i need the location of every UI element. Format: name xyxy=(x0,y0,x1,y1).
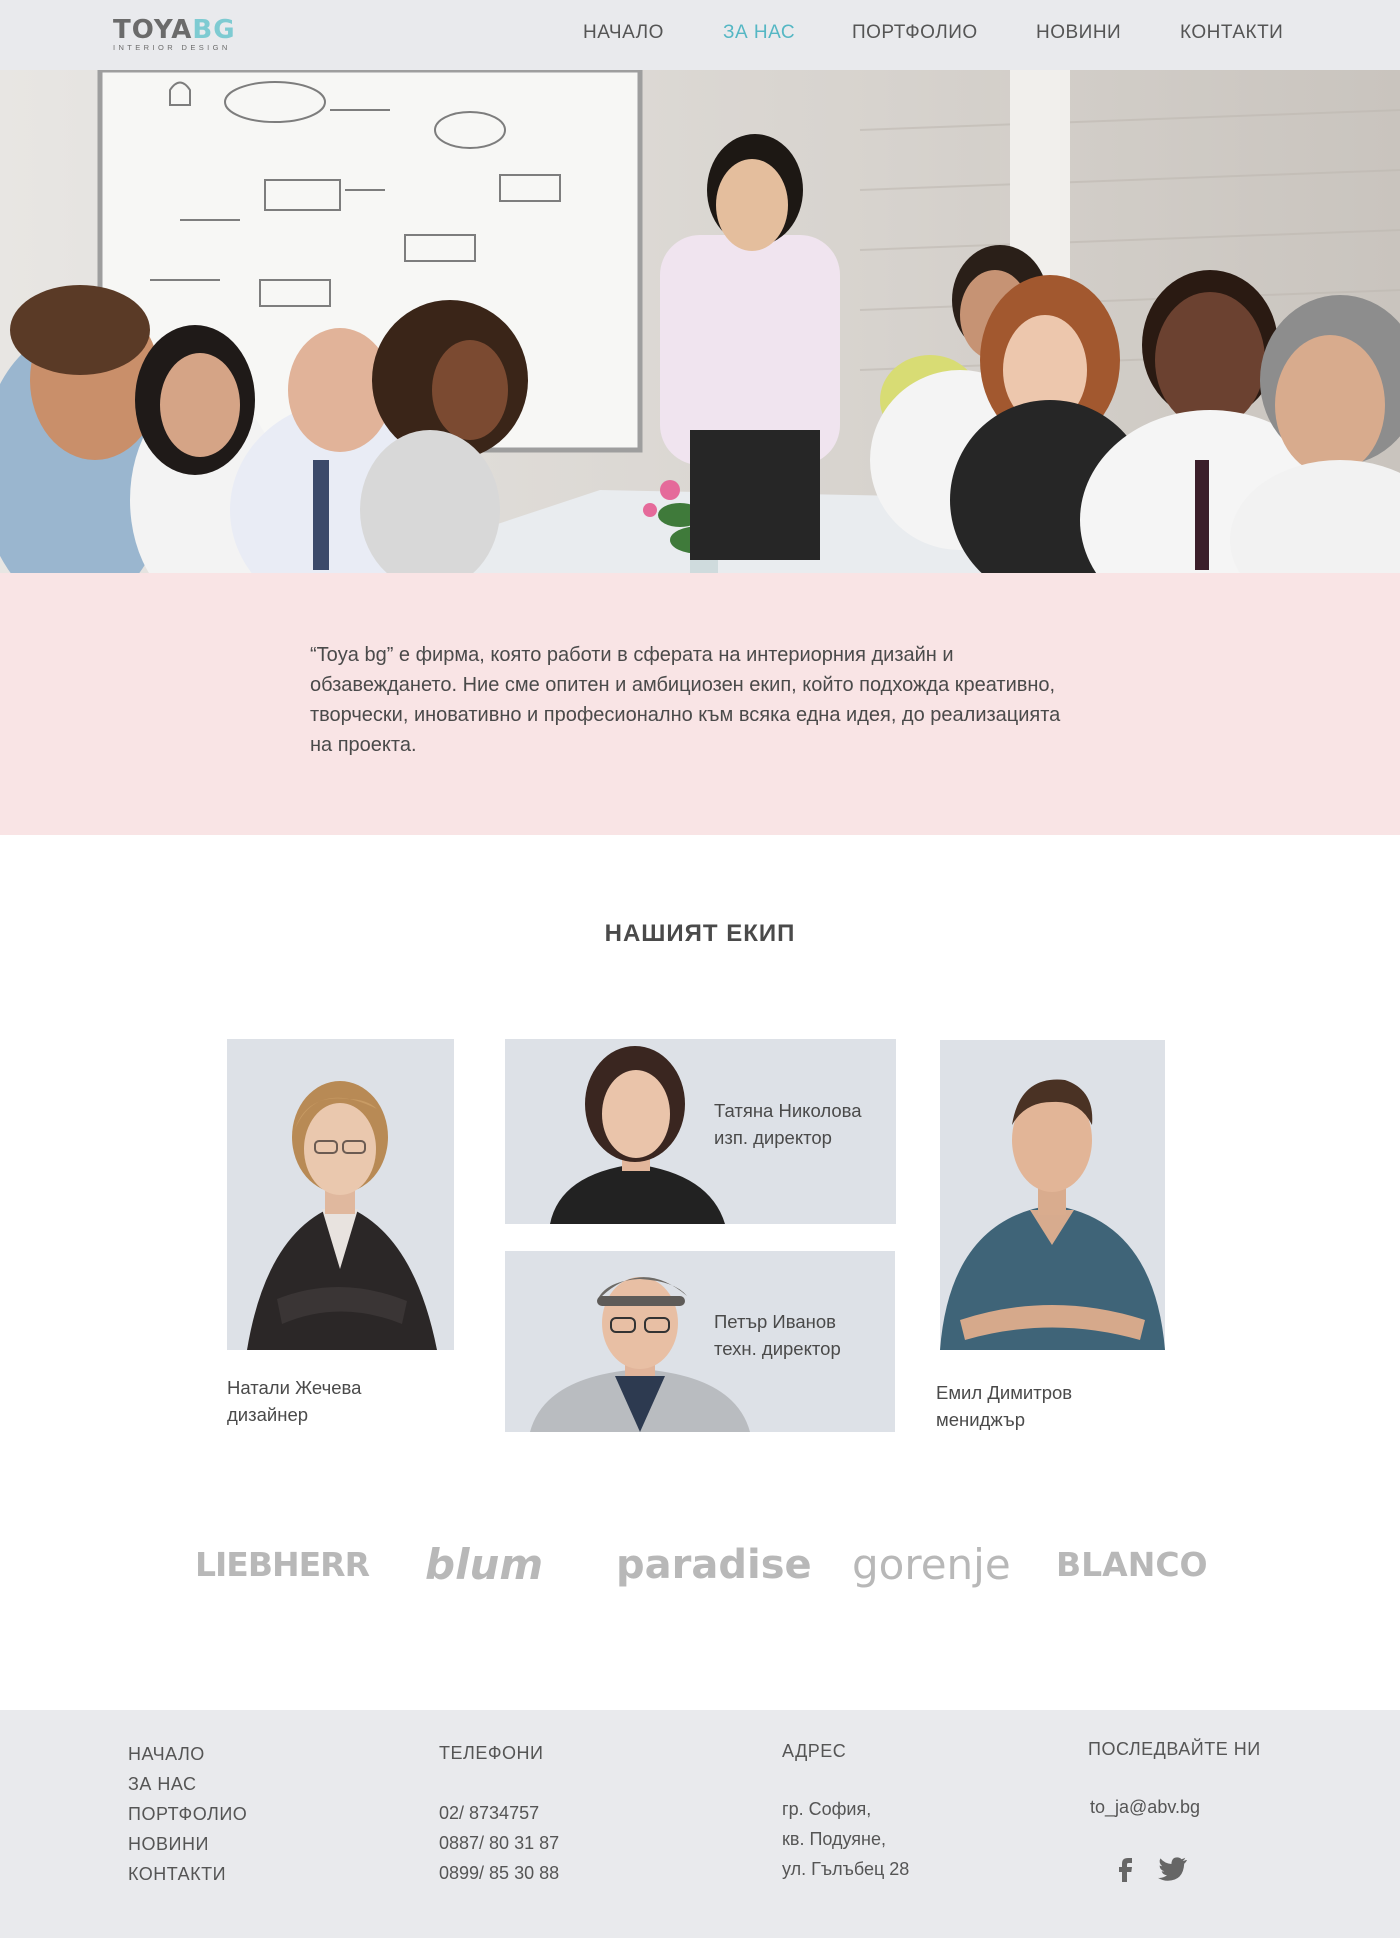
brand-logo-blum: blum xyxy=(425,1540,544,1589)
footer-email[interactable]: to_ja@abv.bg xyxy=(1090,1792,1261,1822)
member-role: техн. директор xyxy=(714,1338,841,1359)
logo-tagline: INTERIOR DESIGN xyxy=(113,43,231,52)
team-card-petar: Петър Иванов техн. директор xyxy=(505,1251,895,1432)
footer-link-contacts[interactable]: КОНТАКТИ xyxy=(128,1859,247,1889)
team-member-petar: Петър Иванов техн. директор xyxy=(714,1308,841,1362)
brand-logo-paradise: paradise xyxy=(616,1542,812,1588)
address-line: гр. София, xyxy=(782,1799,872,1819)
member-role: изп. директор xyxy=(714,1127,832,1148)
team-member-emil: Емил Димитров мениджър xyxy=(936,1379,1072,1433)
nav-item-about[interactable]: ЗА НАС xyxy=(723,22,795,44)
address-line: кв. Подуяне, xyxy=(782,1829,886,1849)
footer-phones: ТЕЛЕФОНИ 02/ 8734757 0887/ 80 31 87 0899… xyxy=(439,1738,559,1888)
brand-logo-liebherr: LIEBHERR xyxy=(195,1545,370,1584)
member-role: мениджър xyxy=(936,1409,1025,1430)
phone-number[interactable]: 0899/ 85 30 88 xyxy=(439,1858,559,1888)
phone-number[interactable]: 02/ 8734757 xyxy=(439,1798,559,1828)
member-name: Емил Димитров xyxy=(936,1382,1073,1403)
twitter-icon[interactable] xyxy=(1156,1854,1188,1882)
address-line: ул. Гълъбец 28 xyxy=(782,1859,910,1879)
footer-nav: НАЧАЛО ЗА НАС ПОРТФОЛИО НОВИНИ КОНТАКТИ xyxy=(128,1739,247,1889)
logo[interactable]: TOYABG INTERIOR DESIGN xyxy=(113,17,236,52)
team-title: НАШИЯТ ЕКИП xyxy=(604,920,796,947)
member-role: дизайнер xyxy=(227,1404,309,1425)
team-photo-natali xyxy=(227,1039,454,1350)
hero-team-meeting-photo xyxy=(0,70,1400,573)
brand-logo-gorenje: gorenje xyxy=(852,1540,1011,1589)
footer-address-title: АДРЕС xyxy=(782,1741,847,1761)
footer-address: АДРЕС гр. София, кв. Подуяне, ул. Гълъбе… xyxy=(782,1736,909,1884)
nav-item-portfolio[interactable]: ПОРТФОЛИО xyxy=(852,22,978,44)
brand-logo-blanco: BLANCO xyxy=(1056,1545,1208,1584)
team-member-natali: Натали Жечева дизайнер xyxy=(227,1374,361,1428)
team-member-tatyana: Татяна Николова изп. директор xyxy=(714,1097,862,1151)
team-photo-emil xyxy=(940,1040,1165,1350)
facebook-icon[interactable] xyxy=(1112,1854,1140,1882)
footer-phones-title: ТЕЛЕФОНИ xyxy=(439,1743,544,1763)
site-header: TOYABG INTERIOR DESIGN НАЧАЛО ЗА НАС ПОР… xyxy=(0,0,1400,70)
nav-item-news[interactable]: НОВИНИ xyxy=(1036,22,1121,44)
team-card-tatyana: Татяна Николова изп. директор xyxy=(505,1039,896,1224)
intro-text: “Toya bg” е фирма, която работи в сферат… xyxy=(310,644,1061,756)
footer-follow-title: ПОСЛЕДВАЙТЕ НИ xyxy=(1088,1739,1261,1759)
nav-item-contacts[interactable]: КОНТАКТИ xyxy=(1180,22,1283,44)
footer-link-portfolio[interactable]: ПОРТФОЛИО xyxy=(128,1799,247,1829)
footer-link-news[interactable]: НОВИНИ xyxy=(128,1829,247,1859)
footer-link-about[interactable]: ЗА НАС xyxy=(128,1769,247,1799)
member-name: Татяна Николова xyxy=(714,1100,862,1121)
nav-item-home[interactable]: НАЧАЛО xyxy=(583,22,664,44)
intro-section: “Toya bg” е фирма, която работи в сферат… xyxy=(0,573,1400,835)
logo-wordmark: TOYABG xyxy=(113,15,236,45)
footer-follow: ПОСЛЕДВАЙТЕ НИ to_ja@abv.bg xyxy=(1088,1734,1261,1822)
member-name: Петър Иванов xyxy=(714,1311,836,1332)
member-name: Натали Жечева xyxy=(227,1377,362,1398)
footer-link-home[interactable]: НАЧАЛО xyxy=(128,1739,247,1769)
phone-number[interactable]: 0887/ 80 31 87 xyxy=(439,1828,559,1858)
